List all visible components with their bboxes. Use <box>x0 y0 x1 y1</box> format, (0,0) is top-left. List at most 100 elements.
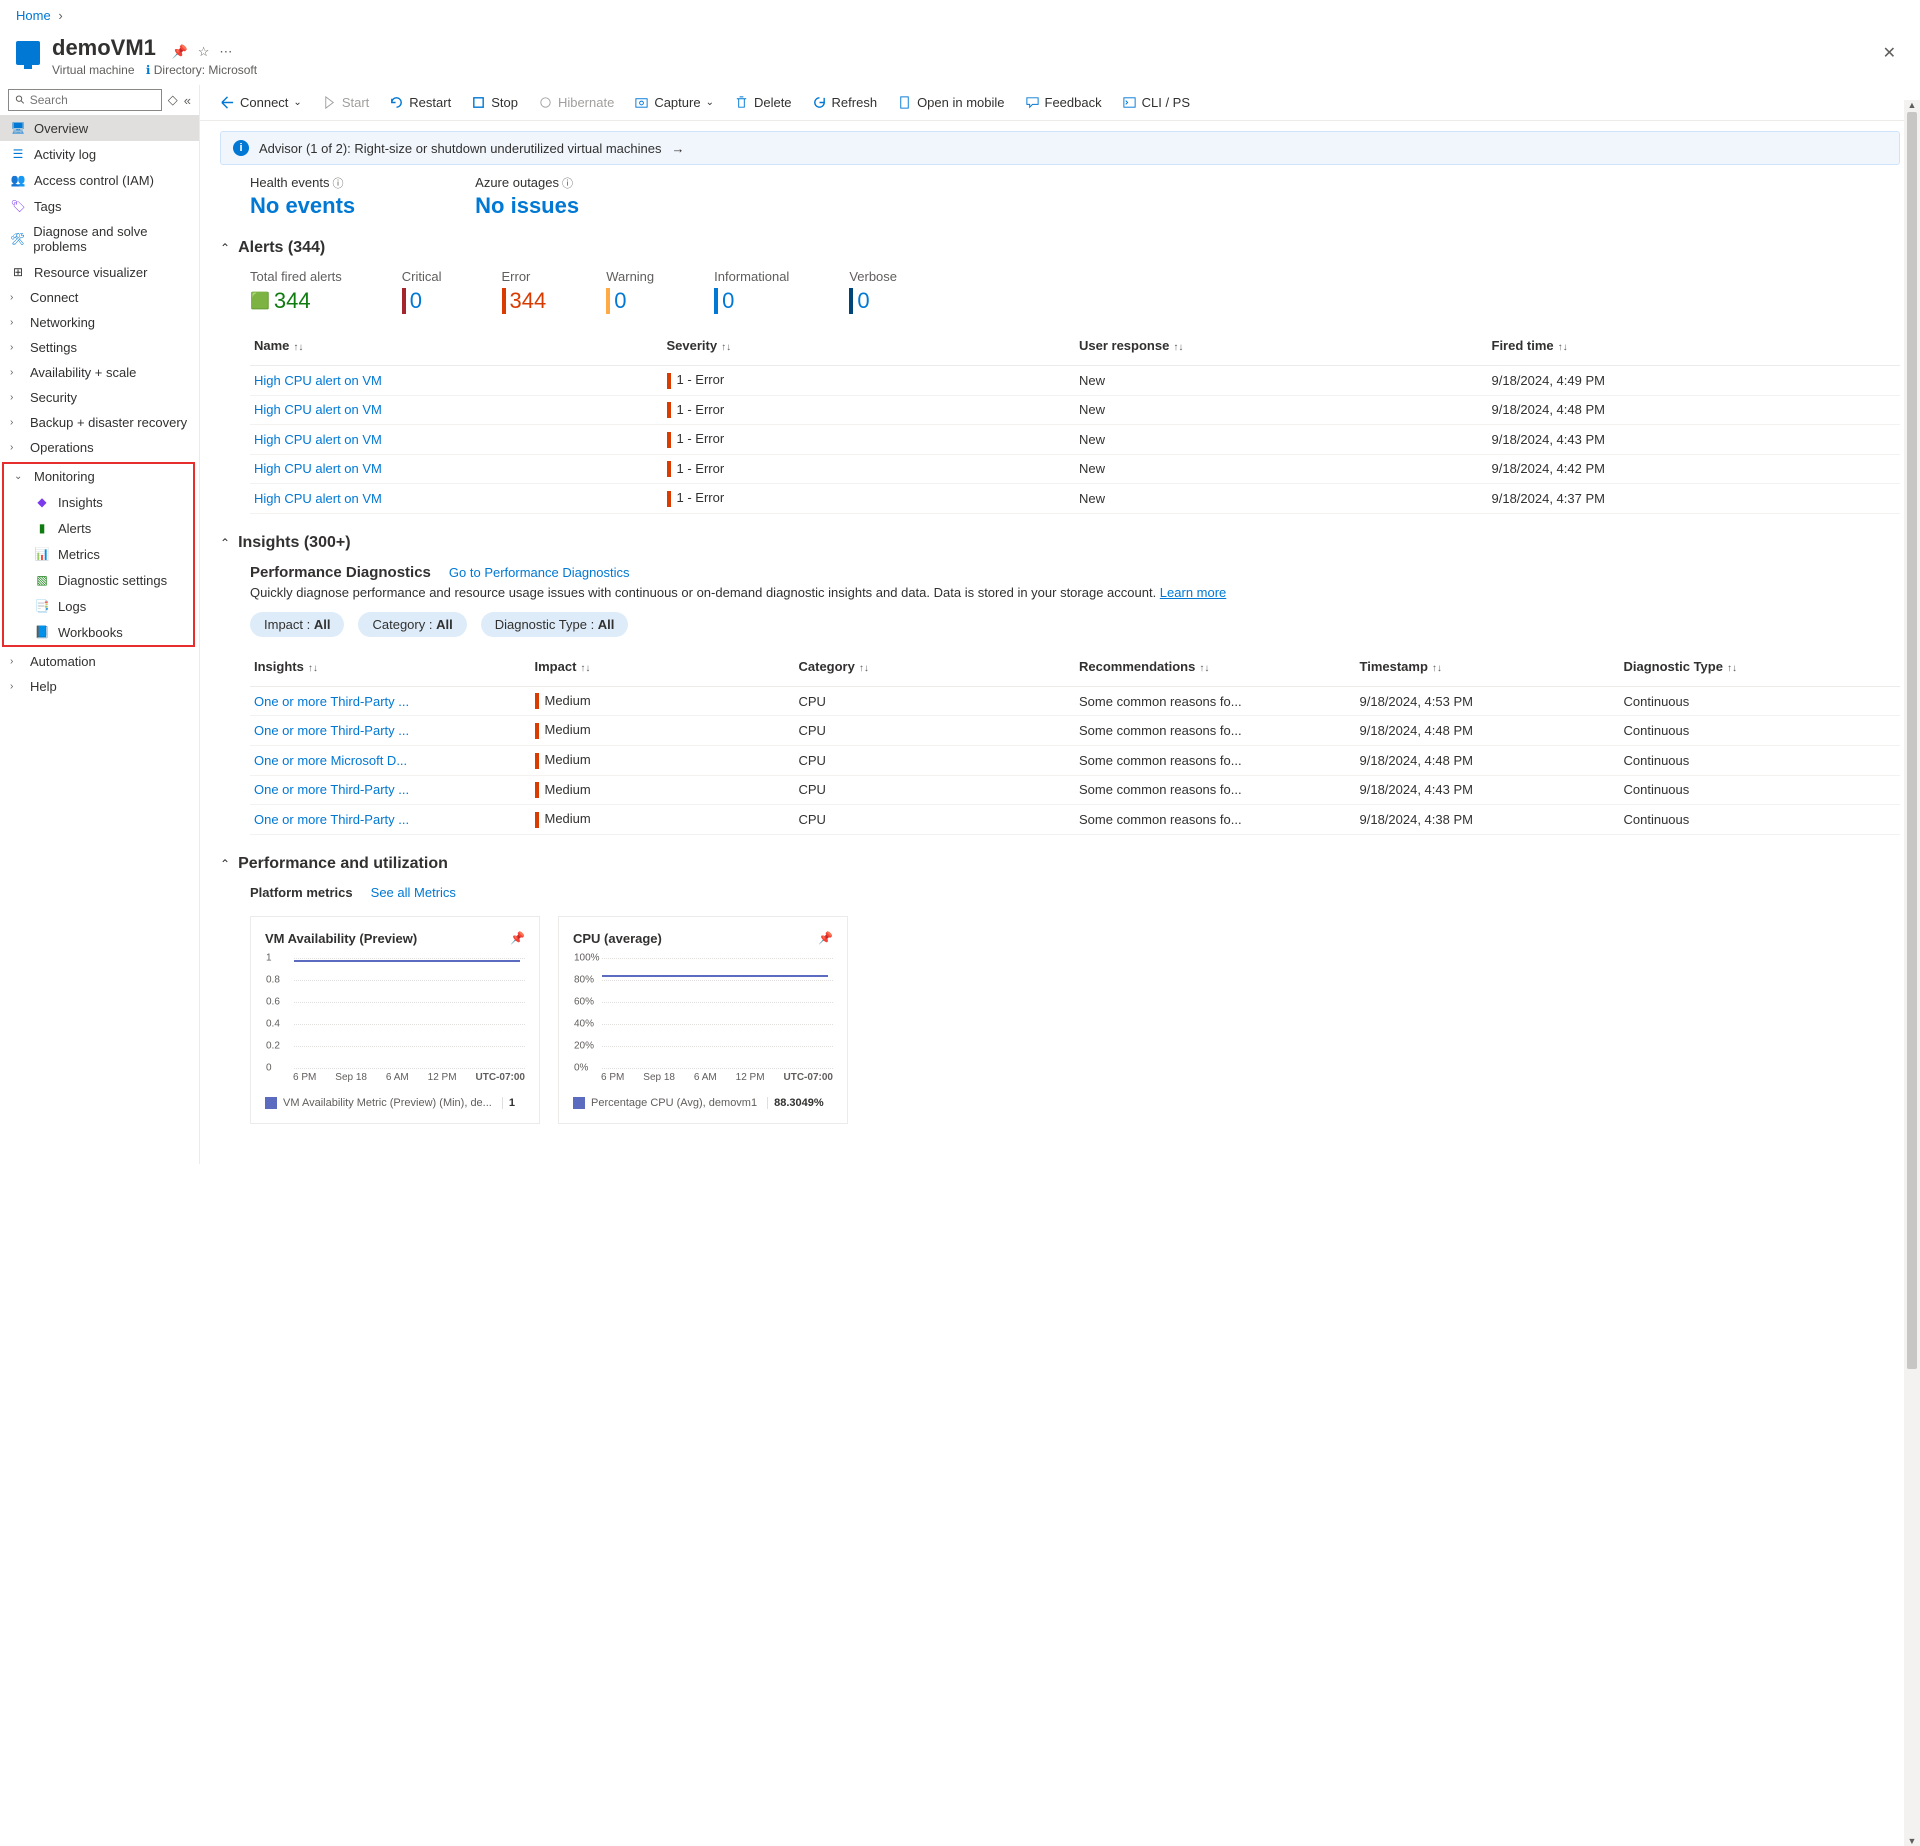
alert-name-link[interactable]: High CPU alert on VM <box>254 373 382 388</box>
col-insights[interactable]: Insights↑↓ <box>250 653 531 680</box>
page-scrollbar[interactable]: ▲ ▼ <box>1904 100 1920 1846</box>
insight-link[interactable]: One or more Third-Party ... <box>254 694 409 709</box>
cell-recommendations: Some common reasons fo... <box>1075 717 1356 744</box>
chevron-down-icon: ⌄ <box>14 471 26 482</box>
sidebar-item-settings[interactable]: ›Settings <box>0 335 199 360</box>
scroll-thumb[interactable] <box>1907 112 1917 1369</box>
hibernate-button[interactable]: Hibernate <box>530 91 622 114</box>
chevron-down-icon: ⌄ <box>293 97 301 108</box>
col-impact[interactable]: Impact↑↓ <box>531 653 795 680</box>
sidebar-item-backup[interactable]: ›Backup + disaster recovery <box>0 410 199 435</box>
sidebar-item-diag-settings[interactable]: ▧Diagnostic settings <box>4 567 193 593</box>
grid-line <box>602 1068 833 1069</box>
table-row[interactable]: High CPU alert on VM1 - ErrorNew9/18/202… <box>250 396 1900 426</box>
start-button[interactable]: Start <box>314 91 377 114</box>
table-row[interactable]: High CPU alert on VM1 - ErrorNew9/18/202… <box>250 366 1900 396</box>
sidebar-item-visualizer[interactable]: ⊞Resource visualizer <box>0 259 199 285</box>
insight-link[interactable]: One or more Third-Party ... <box>254 812 409 827</box>
alert-name-link[interactable]: High CPU alert on VM <box>254 432 382 447</box>
capture-button[interactable]: Capture⌄ <box>626 91 722 114</box>
table-row[interactable]: One or more Third-Party ...MediumCPUSome… <box>250 687 1900 717</box>
sidebar-item-diagnose[interactable]: 🛠Diagnose and solve problems <box>0 219 199 259</box>
sidebar-item-workbooks[interactable]: 📘Workbooks <box>4 619 193 645</box>
sidebar-item-help[interactable]: ›Help <box>0 674 199 699</box>
health-events-value[interactable]: No events <box>250 193 355 219</box>
table-row[interactable]: High CPU alert on VM1 - ErrorNew9/18/202… <box>250 455 1900 485</box>
star-icon[interactable]: ☆ <box>198 44 210 60</box>
insight-link[interactable]: One or more Microsoft D... <box>254 753 407 768</box>
sidebar-item-activity[interactable]: ☰Activity log <box>0 141 199 167</box>
collapse-sidebar-icon[interactable]: « <box>184 93 191 108</box>
delete-button[interactable]: Delete <box>726 91 800 114</box>
more-icon[interactable]: ⋯ <box>219 44 232 60</box>
sidebar-item-automation[interactable]: ›Automation <box>0 649 199 674</box>
sidebar-item-monitoring[interactable]: ⌄Monitoring <box>4 464 193 489</box>
monitoring-highlight: ⌄Monitoring ◆Insights ▮Alerts 📊Metrics ▧… <box>2 462 195 647</box>
sidebar-item-overview[interactable]: 🖥Overview <box>0 115 199 141</box>
col-response[interactable]: User response↑↓ <box>1075 332 1488 359</box>
chip-impact[interactable]: Impact : All <box>250 612 344 637</box>
pin-icon[interactable]: 📌 <box>172 44 188 60</box>
pin-icon[interactable]: 📌 <box>510 931 525 945</box>
sidebar-item-tags[interactable]: 🏷Tags <box>0 193 199 219</box>
col-severity[interactable]: Severity↑↓ <box>663 332 1076 359</box>
col-timestamp[interactable]: Timestamp↑↓ <box>1356 653 1620 680</box>
restart-button[interactable]: Restart <box>381 91 459 114</box>
severity-bar-icon <box>606 288 610 314</box>
col-name[interactable]: Name↑↓ <box>250 332 663 359</box>
collapse-insights-icon[interactable]: ⌃ <box>220 536 230 550</box>
pin-icon[interactable]: 📌 <box>818 931 833 945</box>
insight-link[interactable]: One or more Third-Party ... <box>254 782 409 797</box>
legend-name: Percentage CPU (Avg), demovm1 <box>591 1097 757 1109</box>
sidebar-search[interactable] <box>8 89 162 111</box>
refresh-button[interactable]: Refresh <box>804 91 886 114</box>
sidebar-item-access[interactable]: 👥Access control (IAM) <box>0 167 199 193</box>
alert-name-link[interactable]: High CPU alert on VM <box>254 491 382 506</box>
breadcrumb-home[interactable]: Home <box>16 8 51 23</box>
search-input[interactable] <box>30 93 155 107</box>
feedback-button[interactable]: Feedback <box>1017 91 1110 114</box>
chart-body[interactable]: 100%80%60%40%20%0% <box>573 958 833 1068</box>
close-button[interactable]: ✕ <box>1875 35 1904 71</box>
insight-link[interactable]: One or more Third-Party ... <box>254 723 409 738</box>
sidebar-item-networking[interactable]: ›Networking <box>0 310 199 335</box>
alert-name-link[interactable]: High CPU alert on VM <box>254 402 382 417</box>
info-icon[interactable]: ⓘ <box>562 178 573 190</box>
azure-outages-value[interactable]: No issues <box>475 193 579 219</box>
sidebar-item-logs[interactable]: 📑Logs <box>4 593 193 619</box>
sidebar-item-operations[interactable]: ›Operations <box>0 435 199 460</box>
cli-button[interactable]: CLI / PS <box>1114 91 1198 114</box>
col-fired[interactable]: Fired time↑↓ <box>1488 332 1901 359</box>
connect-button[interactable]: Connect⌄ <box>212 91 310 114</box>
col-recommendations[interactable]: Recommendations↑↓ <box>1075 653 1356 680</box>
collapse-perf-icon[interactable]: ⌃ <box>220 857 230 871</box>
stat-value: 0 <box>410 288 422 314</box>
info-icon[interactable]: ⓘ <box>333 178 344 190</box>
table-row[interactable]: One or more Microsoft D...MediumCPUSome … <box>250 746 1900 776</box>
chart-body[interactable]: 10.80.60.40.20 <box>265 958 525 1068</box>
chip-diag-type[interactable]: Diagnostic Type : All <box>481 612 629 637</box>
col-category[interactable]: Category↑↓ <box>795 653 1076 680</box>
table-row[interactable]: One or more Third-Party ...MediumCPUSome… <box>250 805 1900 835</box>
more-options-icon[interactable]: ◇ <box>168 92 178 108</box>
sidebar-item-insights[interactable]: ◆Insights <box>4 489 193 515</box>
sidebar-item-availability[interactable]: ›Availability + scale <box>0 360 199 385</box>
collapse-alerts-icon[interactable]: ⌃ <box>220 241 230 255</box>
see-all-metrics-link[interactable]: See all Metrics <box>371 885 456 900</box>
learn-more-link[interactable]: Learn more <box>1160 585 1226 600</box>
table-row[interactable]: One or more Third-Party ...MediumCPUSome… <box>250 776 1900 806</box>
sidebar-item-alerts[interactable]: ▮Alerts <box>4 515 193 541</box>
alert-name-link[interactable]: High CPU alert on VM <box>254 461 382 476</box>
table-row[interactable]: High CPU alert on VM1 - ErrorNew9/18/202… <box>250 484 1900 514</box>
table-row[interactable]: High CPU alert on VM1 - ErrorNew9/18/202… <box>250 425 1900 455</box>
sidebar-item-connect[interactable]: ›Connect <box>0 285 199 310</box>
open-mobile-button[interactable]: Open in mobile <box>889 91 1012 114</box>
col-diag-type[interactable]: Diagnostic Type↑↓ <box>1620 653 1901 680</box>
go-to-perf-diag-link[interactable]: Go to Performance Diagnostics <box>449 565 630 580</box>
sidebar-item-metrics[interactable]: 📊Metrics <box>4 541 193 567</box>
advisor-banner[interactable]: i Advisor (1 of 2): Right-size or shutdo… <box>220 131 1900 165</box>
table-row[interactable]: One or more Third-Party ...MediumCPUSome… <box>250 716 1900 746</box>
stop-button[interactable]: Stop <box>463 91 526 114</box>
chip-category[interactable]: Category : All <box>358 612 466 637</box>
sidebar-item-security[interactable]: ›Security <box>0 385 199 410</box>
